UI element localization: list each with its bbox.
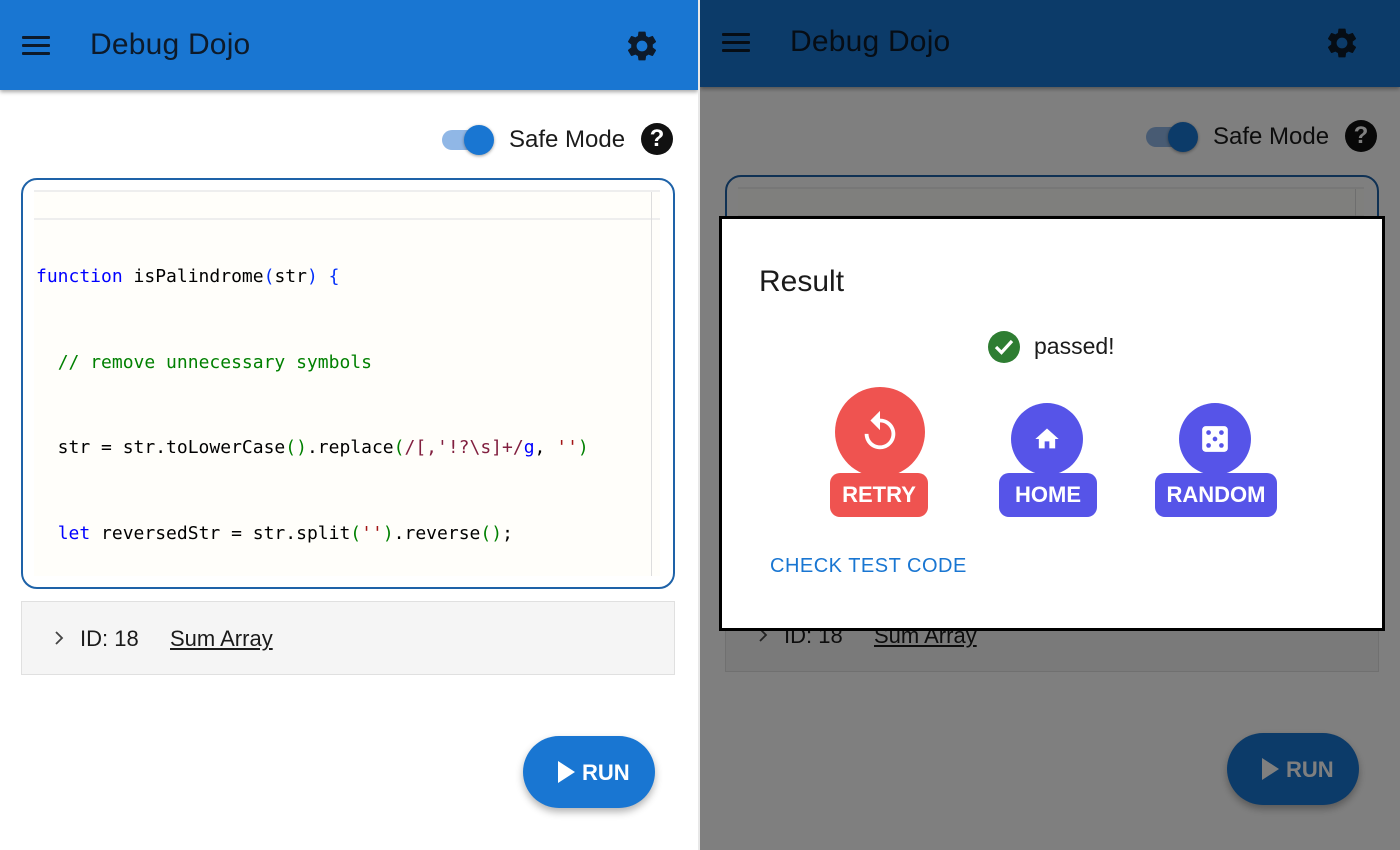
code-line: function isPalindrome(str) { (36, 266, 340, 287)
code-line: str = str.toLowerCase().replace(/[,'!?\s… (36, 437, 589, 458)
safe-mode-row: Safe Mode ? (440, 120, 680, 156)
app-bar: Debug Dojo (0, 0, 698, 90)
problem-id: ID: 18 (80, 626, 139, 651)
status-text: passed! (1034, 333, 1115, 359)
gear-icon[interactable] (624, 28, 660, 64)
problem-name-link[interactable]: Sum Array (170, 626, 273, 652)
check-test-code-button[interactable]: CHECK TEST CODE (770, 555, 967, 578)
random-label: RANDOM (1155, 473, 1277, 517)
safe-mode-toggle[interactable] (440, 124, 496, 155)
app-bar: Debug Dojo (700, 0, 1400, 87)
code-line: // remove unnecessary symbols (57, 351, 372, 373)
run-button[interactable]: RUN (523, 736, 655, 808)
problem-accordion[interactable]: ID: 18 Sum Array (21, 601, 675, 675)
result-dialog: Result passed! RETRY HOME RANDOM CHECK T… (719, 216, 1385, 631)
retry-label: RETRY (830, 473, 928, 517)
editor-screen: Debug Dojo Safe Mode ? function isPalind… (0, 0, 700, 850)
dialog-title: Result (759, 265, 845, 298)
app-title: Debug Dojo (90, 28, 251, 61)
help-icon[interactable]: ? (641, 123, 673, 155)
replay-icon (864, 410, 896, 450)
appbar-scrim (700, 0, 1400, 87)
play-icon (558, 761, 575, 783)
run-button-label: RUN (582, 760, 630, 785)
home-icon (1035, 428, 1059, 449)
retry-button[interactable]: RETRY (830, 387, 930, 517)
home-icon-circle (1011, 403, 1083, 475)
chevron-right-icon (55, 631, 64, 645)
retry-icon-circle (835, 387, 925, 477)
menu-icon[interactable] (22, 36, 50, 56)
editor-ruler (651, 192, 652, 576)
code-editor[interactable]: function isPalindrome(str) { // remove u… (21, 178, 675, 589)
code-text[interactable]: function isPalindrome(str) { // remove u… (36, 206, 589, 587)
dice-icon (1202, 426, 1228, 452)
code-line: let reversedStr = str.split('').reverse(… (57, 522, 513, 544)
home-label: HOME (999, 473, 1097, 517)
random-icon-circle (1179, 403, 1251, 475)
safe-mode-label: Safe Mode (509, 126, 626, 153)
home-button[interactable]: HOME (999, 403, 1097, 517)
random-button[interactable]: RANDOM (1155, 403, 1277, 517)
result-screen: Debug Dojo Safe Mode ? function isPalind… (700, 0, 1400, 850)
check-circle-icon (988, 331, 1020, 363)
